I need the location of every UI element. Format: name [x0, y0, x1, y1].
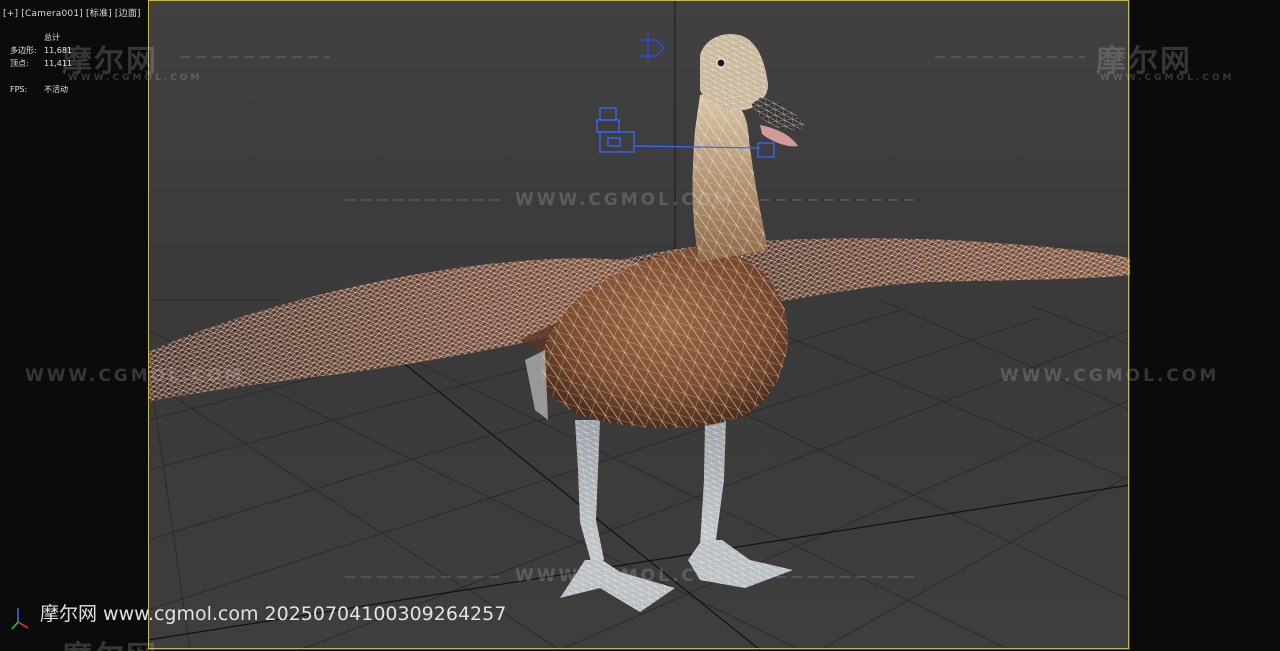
viewport-label-menu[interactable]: [+] [Camera001] [标准] [边面] [3, 6, 141, 19]
stats-polygons-label: 多边形: [10, 46, 37, 55]
transform-gizmo-icon [640, 34, 665, 60]
stats-polygons-value: 11,681 [44, 46, 72, 55]
stats-fps-label: FPS: [10, 85, 28, 94]
axis-tripod-icon [11, 608, 29, 630]
goose-neck [692, 94, 768, 262]
target-gizmo-icon [757, 142, 775, 158]
watermark-url-bottom: WWW.CGMOL.COM [515, 566, 735, 586]
stats-fps-value: 不活动 [44, 85, 68, 94]
watermark-sub-left: WWW.CGMOL.COM [68, 73, 203, 83]
watermark-url-center: WWW.CGMOL.COM [515, 190, 735, 210]
stats-vertices-value: 11,411 [44, 59, 72, 68]
watermark-url-right: WWW.CGMOL.COM [1000, 366, 1220, 386]
watermark-url-left: WWW.CGMOL.COM [25, 366, 245, 386]
watermark-logo-bottom-left: 摩尔网 [62, 632, 158, 651]
bottom-watermark-caption: 摩尔网 www.cgmol.com 20250704100309264257 [40, 603, 507, 625]
viewport-standard-menu[interactable]: [标准] [86, 9, 112, 19]
stats-total-label: 总计 [44, 33, 60, 42]
viewport-plus-menu[interactable]: [+] [3, 9, 18, 19]
scene-render[interactable] [0, 0, 1280, 651]
watermark-sub-right: WWW.CGMOL.COM [1100, 73, 1235, 83]
viewport-statistics: 总计 多边形: 11,681 顶点: 11,411 FPS: 不活动 [10, 31, 72, 96]
viewport-camera001[interactable]: 摩尔网 WWW.CGMOL.COM 摩尔网 WWW.CGMOL.COM WWW.… [0, 0, 1280, 651]
viewport-shading-menu[interactable]: [边面] [115, 9, 141, 19]
viewport-camera-menu[interactable]: [Camera001] [21, 9, 83, 19]
stats-vertices-label: 顶点: [10, 59, 29, 68]
